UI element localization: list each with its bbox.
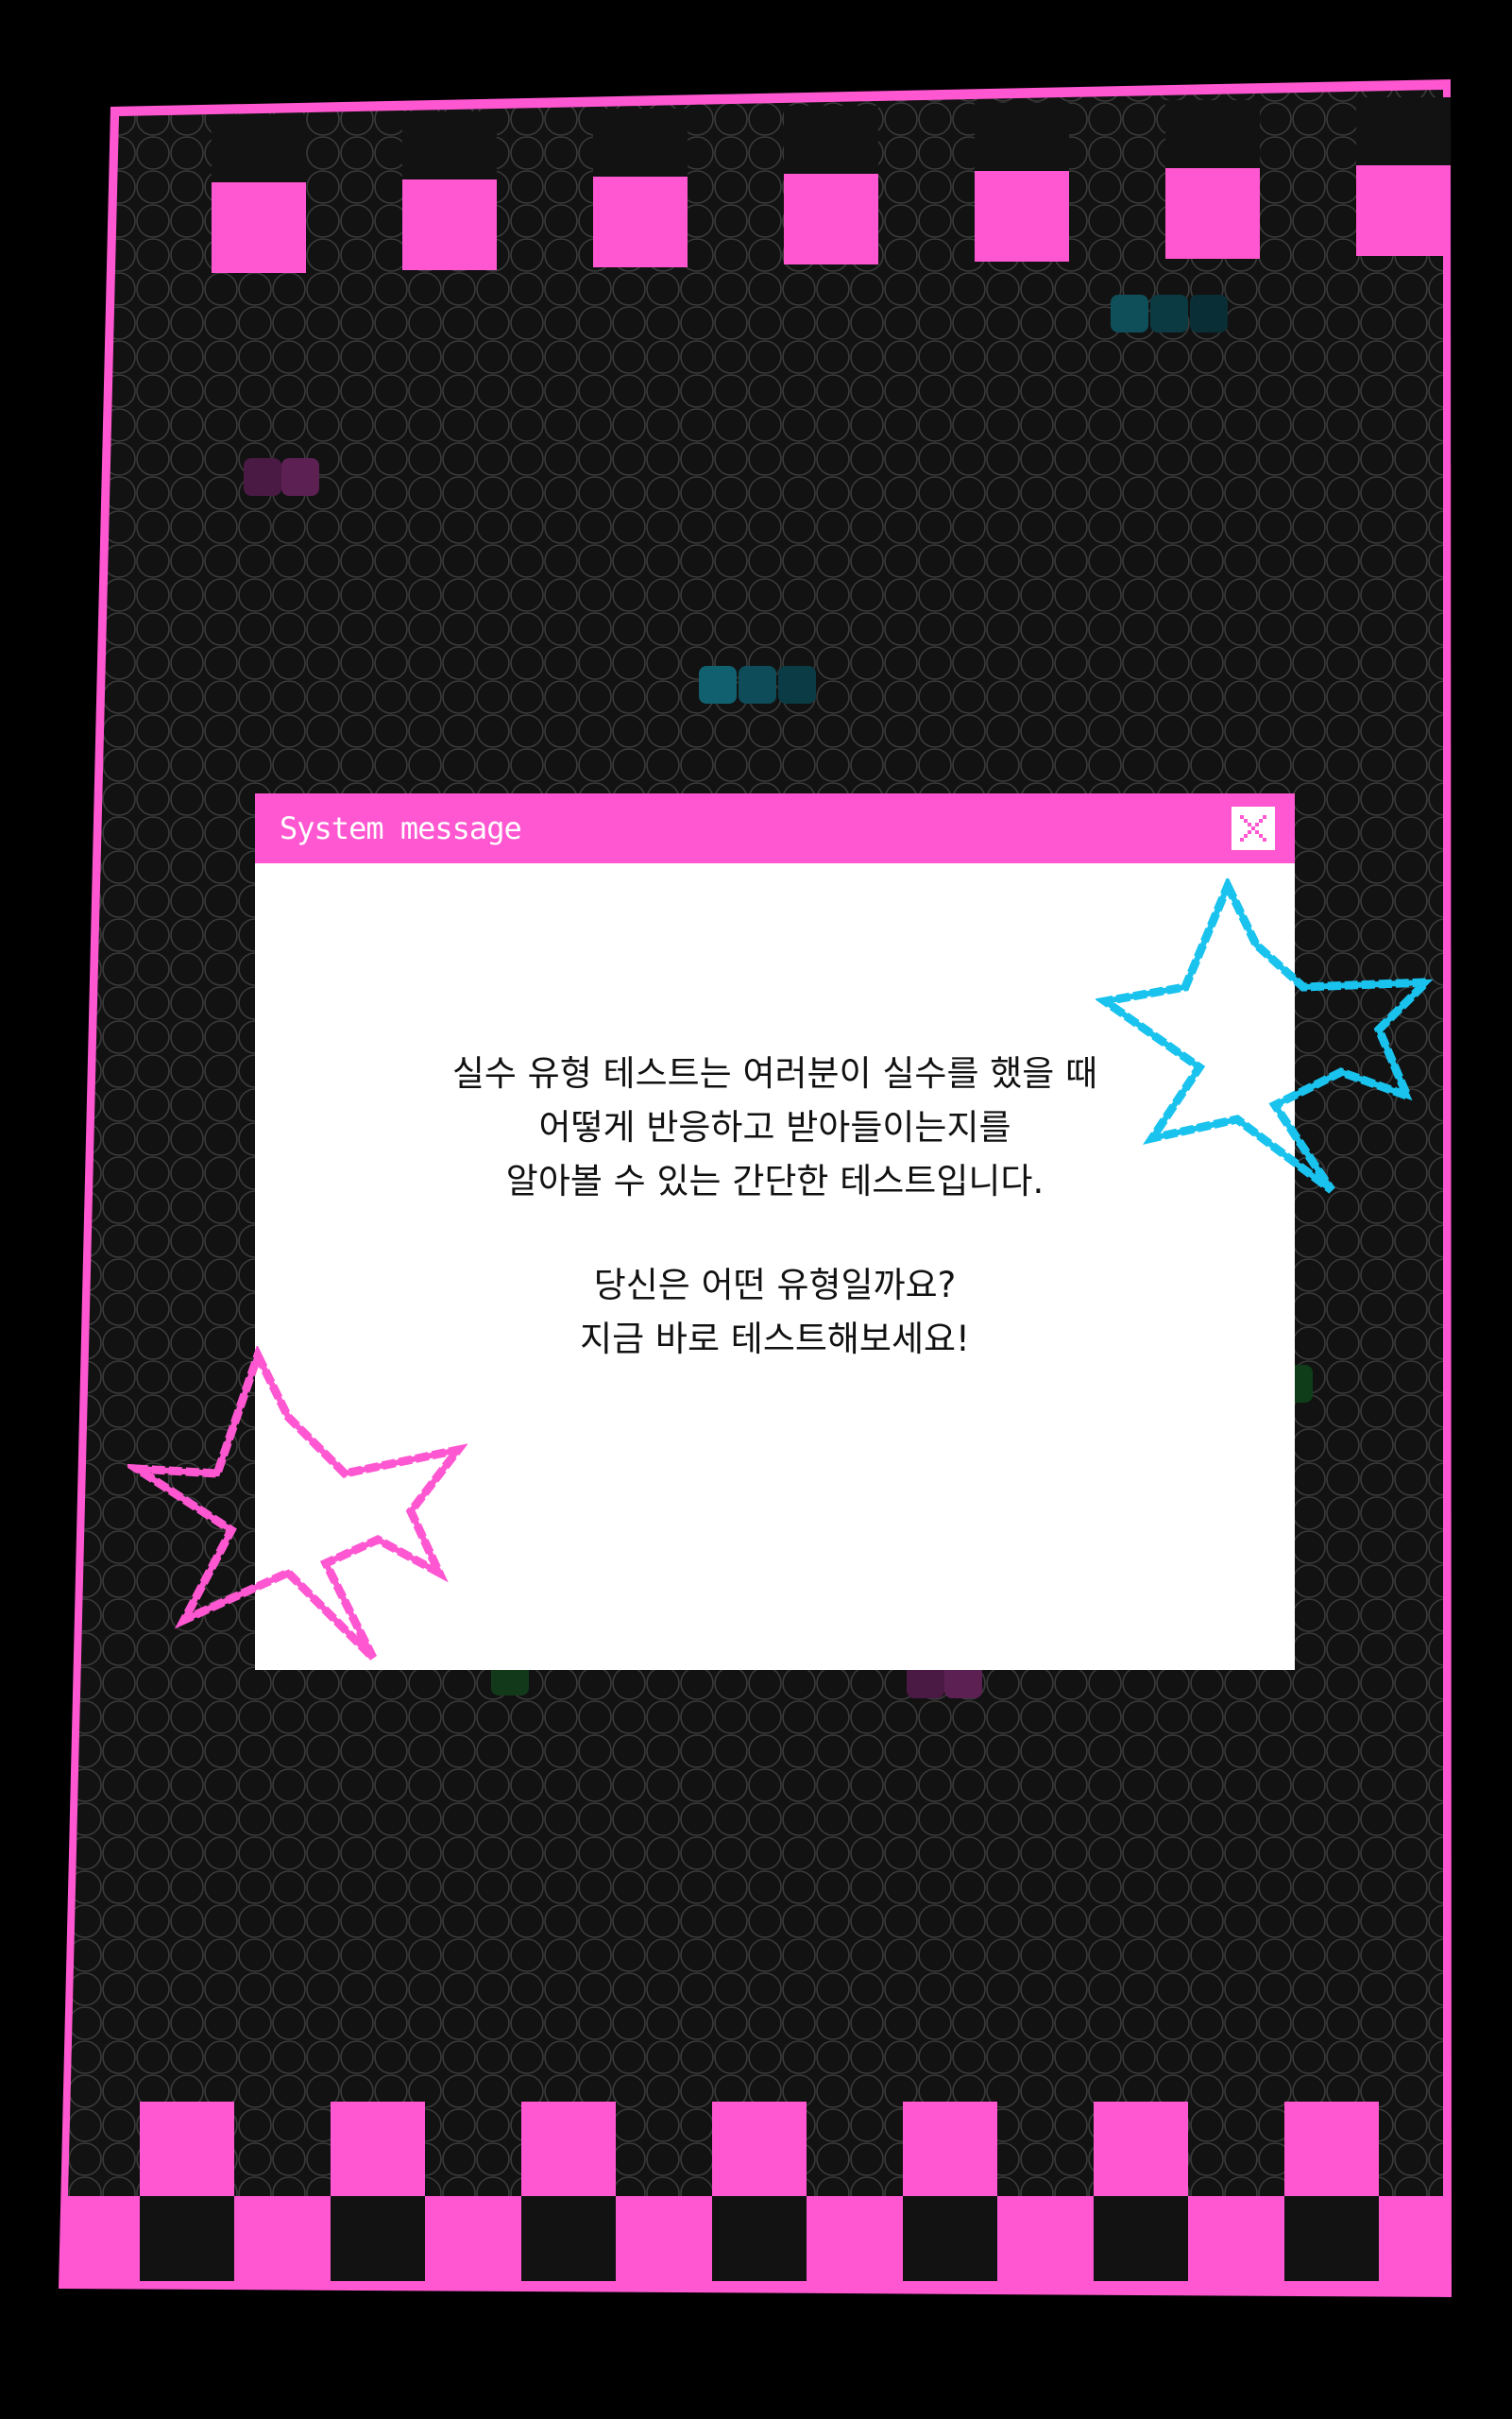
checker-square [593,177,688,267]
checker-square [975,103,1069,171]
checker-square [1165,100,1260,168]
pixel-block [1111,295,1148,332]
checker-square [1165,168,1260,259]
checker-square [903,2102,997,2196]
checker-square [784,174,878,264]
checker-square [975,171,1069,262]
cyan-star-icon [1096,878,1436,1194]
checker-square [402,111,497,179]
pixel-block [778,666,816,704]
close-button[interactable] [1229,804,1278,853]
checker-square [712,2102,807,2196]
checker-square [521,2102,616,2196]
message-gap [255,1208,1295,1258]
checker-square [140,2196,234,2281]
pink-star-icon [127,1346,467,1661]
checker-square [1284,2196,1379,2281]
checker-square [212,182,306,273]
poster-stage: System message 실수 유형 테스트는 여러분이 실수를 했을 때 … [0,0,1512,2419]
checker-square [1356,165,1451,256]
dialog-title: System message [280,810,522,846]
checker-square [140,2102,234,2196]
pixel-block [1150,295,1188,332]
checker-square [593,109,688,177]
pixel-block [244,458,281,496]
cta-line: 당신은 어떤 유형일까요? [593,1265,957,1305]
dialog-titlebar: System message [255,793,1295,863]
pixel-block [281,458,319,496]
checker-square [1356,97,1451,165]
pixel-block [1190,295,1228,332]
checker-square [1094,2102,1188,2196]
checker-square [784,106,878,174]
checker-square [402,179,497,270]
checker-square [1284,2102,1379,2196]
pixel-block [699,666,737,704]
close-x-icon [1240,815,1266,842]
checker-square [331,2102,425,2196]
checker-square [521,2196,616,2281]
checker-square [712,2196,807,2281]
checker-square [1094,2196,1188,2281]
checker-square [331,2196,425,2281]
checker-square [212,114,306,182]
checker-square [903,2196,997,2281]
pixel-block [739,666,776,704]
